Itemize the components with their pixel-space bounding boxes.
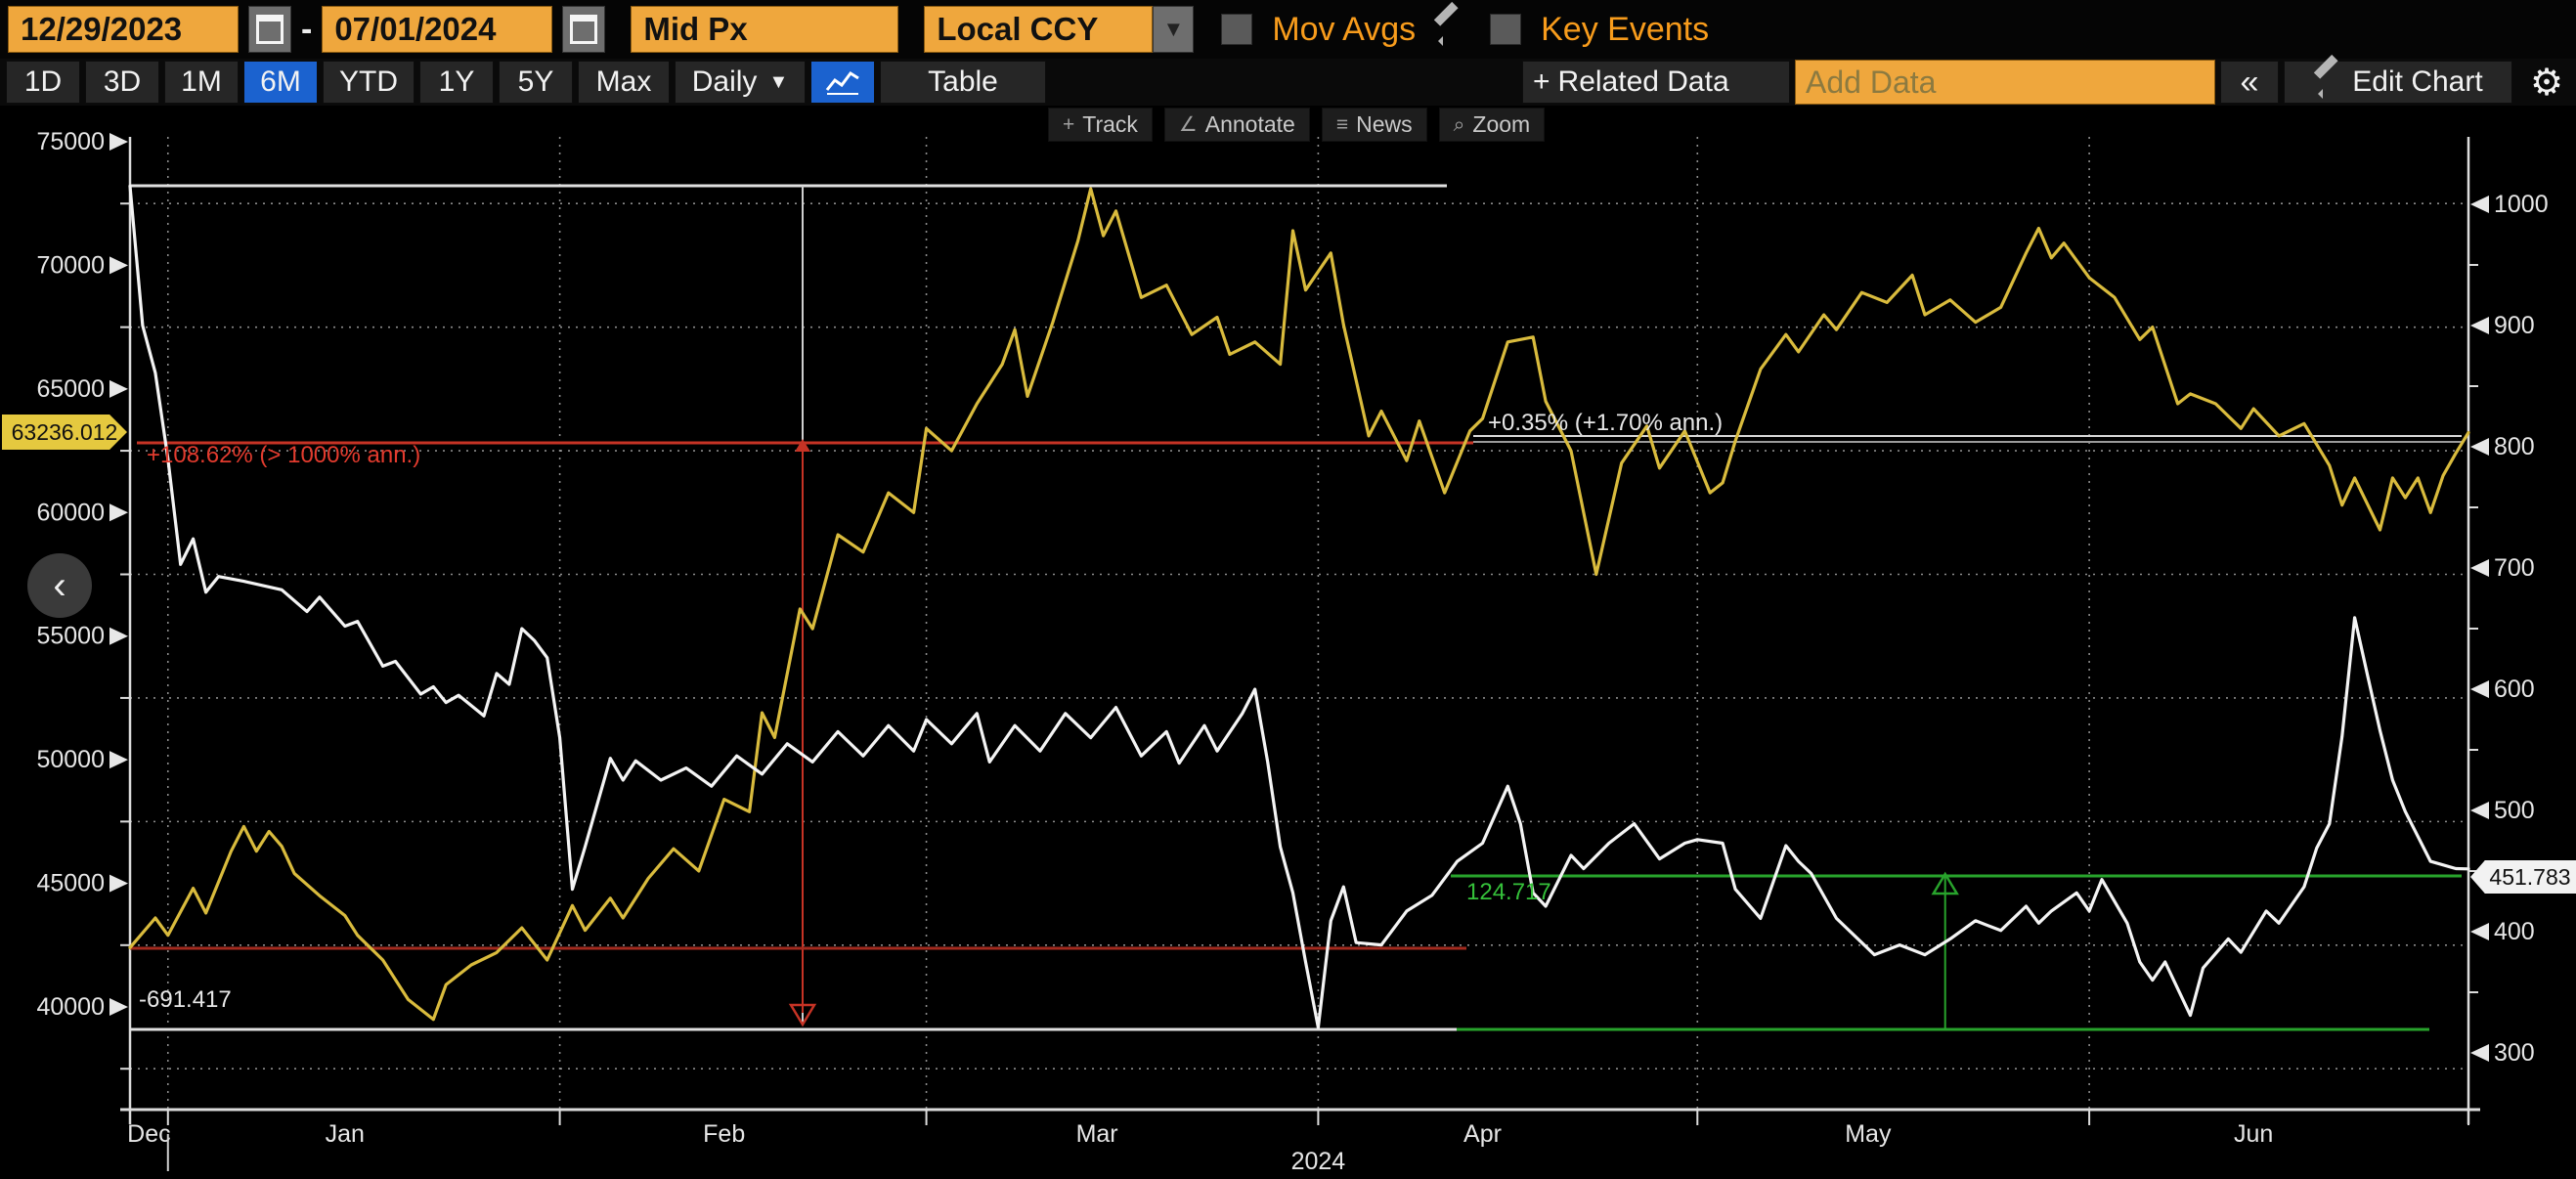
right-axis-tick-label: 400 [2494, 918, 2535, 945]
left-axis-tick-label: 55000 [36, 623, 105, 650]
zoom-button[interactable]: ⌕ Zoom [1439, 108, 1546, 142]
scroll-left-chevron-button[interactable]: ‹ [27, 553, 92, 618]
left-axis-tick-label: 70000 [36, 251, 105, 279]
month-label: Feb [703, 1120, 745, 1148]
left-tick-arrow [109, 998, 128, 1016]
right-axis-tick-label: 900 [2494, 312, 2535, 339]
right-tick-arrow [2470, 559, 2489, 577]
left-tick-arrow [109, 751, 128, 768]
red-measure-text: +108.62% (> 1000% ann.) [147, 442, 420, 468]
chart-plot-area[interactable]: 75000 70000 65000 60000 55000 50000 45000 40000… [0, 106, 2576, 1179]
left-axis-tick-label: 50000 [36, 746, 105, 773]
left-axis-tick-label: 40000 [36, 993, 105, 1021]
right-axis-tick-label: 800 [2494, 433, 2535, 460]
right-tick-arrow [2470, 196, 2489, 213]
left-axis-tick-label: 65000 [36, 375, 105, 403]
right-tick-arrow [2470, 317, 2489, 334]
white-measure-text: -691.417 [139, 986, 232, 1013]
right-tick-arrow [2470, 1044, 2489, 1062]
annotate-button[interactable]: ∠ Annotate [1164, 108, 1310, 142]
left-axis-tick-label: 45000 [36, 870, 105, 897]
annotate-pencil-icon: ∠ [1179, 112, 1198, 137]
right-axis-tick-label: 300 [2494, 1039, 2535, 1067]
yellow-series-last-value-tag: 63236.012 [2, 415, 127, 450]
track-label: Track [1082, 111, 1138, 138]
news-button[interactable]: ≡ News [1322, 108, 1427, 142]
red-up-triangle-marker [795, 439, 810, 452]
green-measure-text: 124.717 [1466, 879, 1551, 905]
left-axis-tick-label: 60000 [36, 499, 105, 526]
right-tick-arrow [2470, 680, 2489, 698]
year-label: 2024 [1291, 1148, 1346, 1175]
white-series-last-value-tag: 451.783 [2470, 860, 2576, 894]
month-label: Jan [326, 1120, 365, 1148]
right-tick-arrow [2470, 438, 2489, 456]
month-label: Dec [127, 1120, 170, 1148]
left-tick-arrow [109, 503, 128, 521]
track-crosshair-icon: + [1063, 113, 1074, 137]
track-button[interactable]: + Track [1048, 108, 1153, 142]
chart-mini-toolbar: + Track ∠ Annotate ≡ News ⌕ Zoom [1048, 108, 1545, 142]
left-tick-arrow [109, 256, 128, 274]
right-axis-tick-label: 600 [2494, 676, 2535, 703]
gray-measure-text: +0.35% (+1.70% ann.) [1488, 410, 1723, 436]
annotate-label: Annotate [1205, 111, 1295, 138]
right-tick-arrow [2470, 923, 2489, 940]
left-tick-arrow [109, 133, 128, 151]
zoom-label: Zoom [1472, 111, 1530, 138]
right-axis-tick-label: 1000 [2494, 191, 2549, 218]
right-axis-tick-label: 500 [2494, 797, 2535, 824]
yellow-series-line [130, 189, 2468, 1020]
left-tick-arrow [109, 380, 128, 398]
left-tick-arrow [109, 875, 128, 893]
right-tick-arrow [2470, 802, 2489, 819]
month-label: Apr [1463, 1120, 1502, 1148]
right-axis-tick-label: 700 [2494, 554, 2535, 582]
white-series-line [130, 186, 2468, 1027]
month-label: May [1845, 1120, 1892, 1148]
news-label: News [1356, 111, 1413, 138]
month-label: Jun [2234, 1120, 2273, 1148]
month-label: Mar [1076, 1120, 1118, 1148]
left-axis-tick-label: 75000 [36, 128, 105, 155]
news-lines-icon: ≡ [1336, 113, 1348, 137]
left-tick-arrow [109, 628, 128, 645]
price-chart: 75000 70000 65000 60000 55000 50000 45000 40000… [0, 0, 2576, 1179]
zoom-magnifier-icon: ⌕ [1454, 113, 1465, 137]
